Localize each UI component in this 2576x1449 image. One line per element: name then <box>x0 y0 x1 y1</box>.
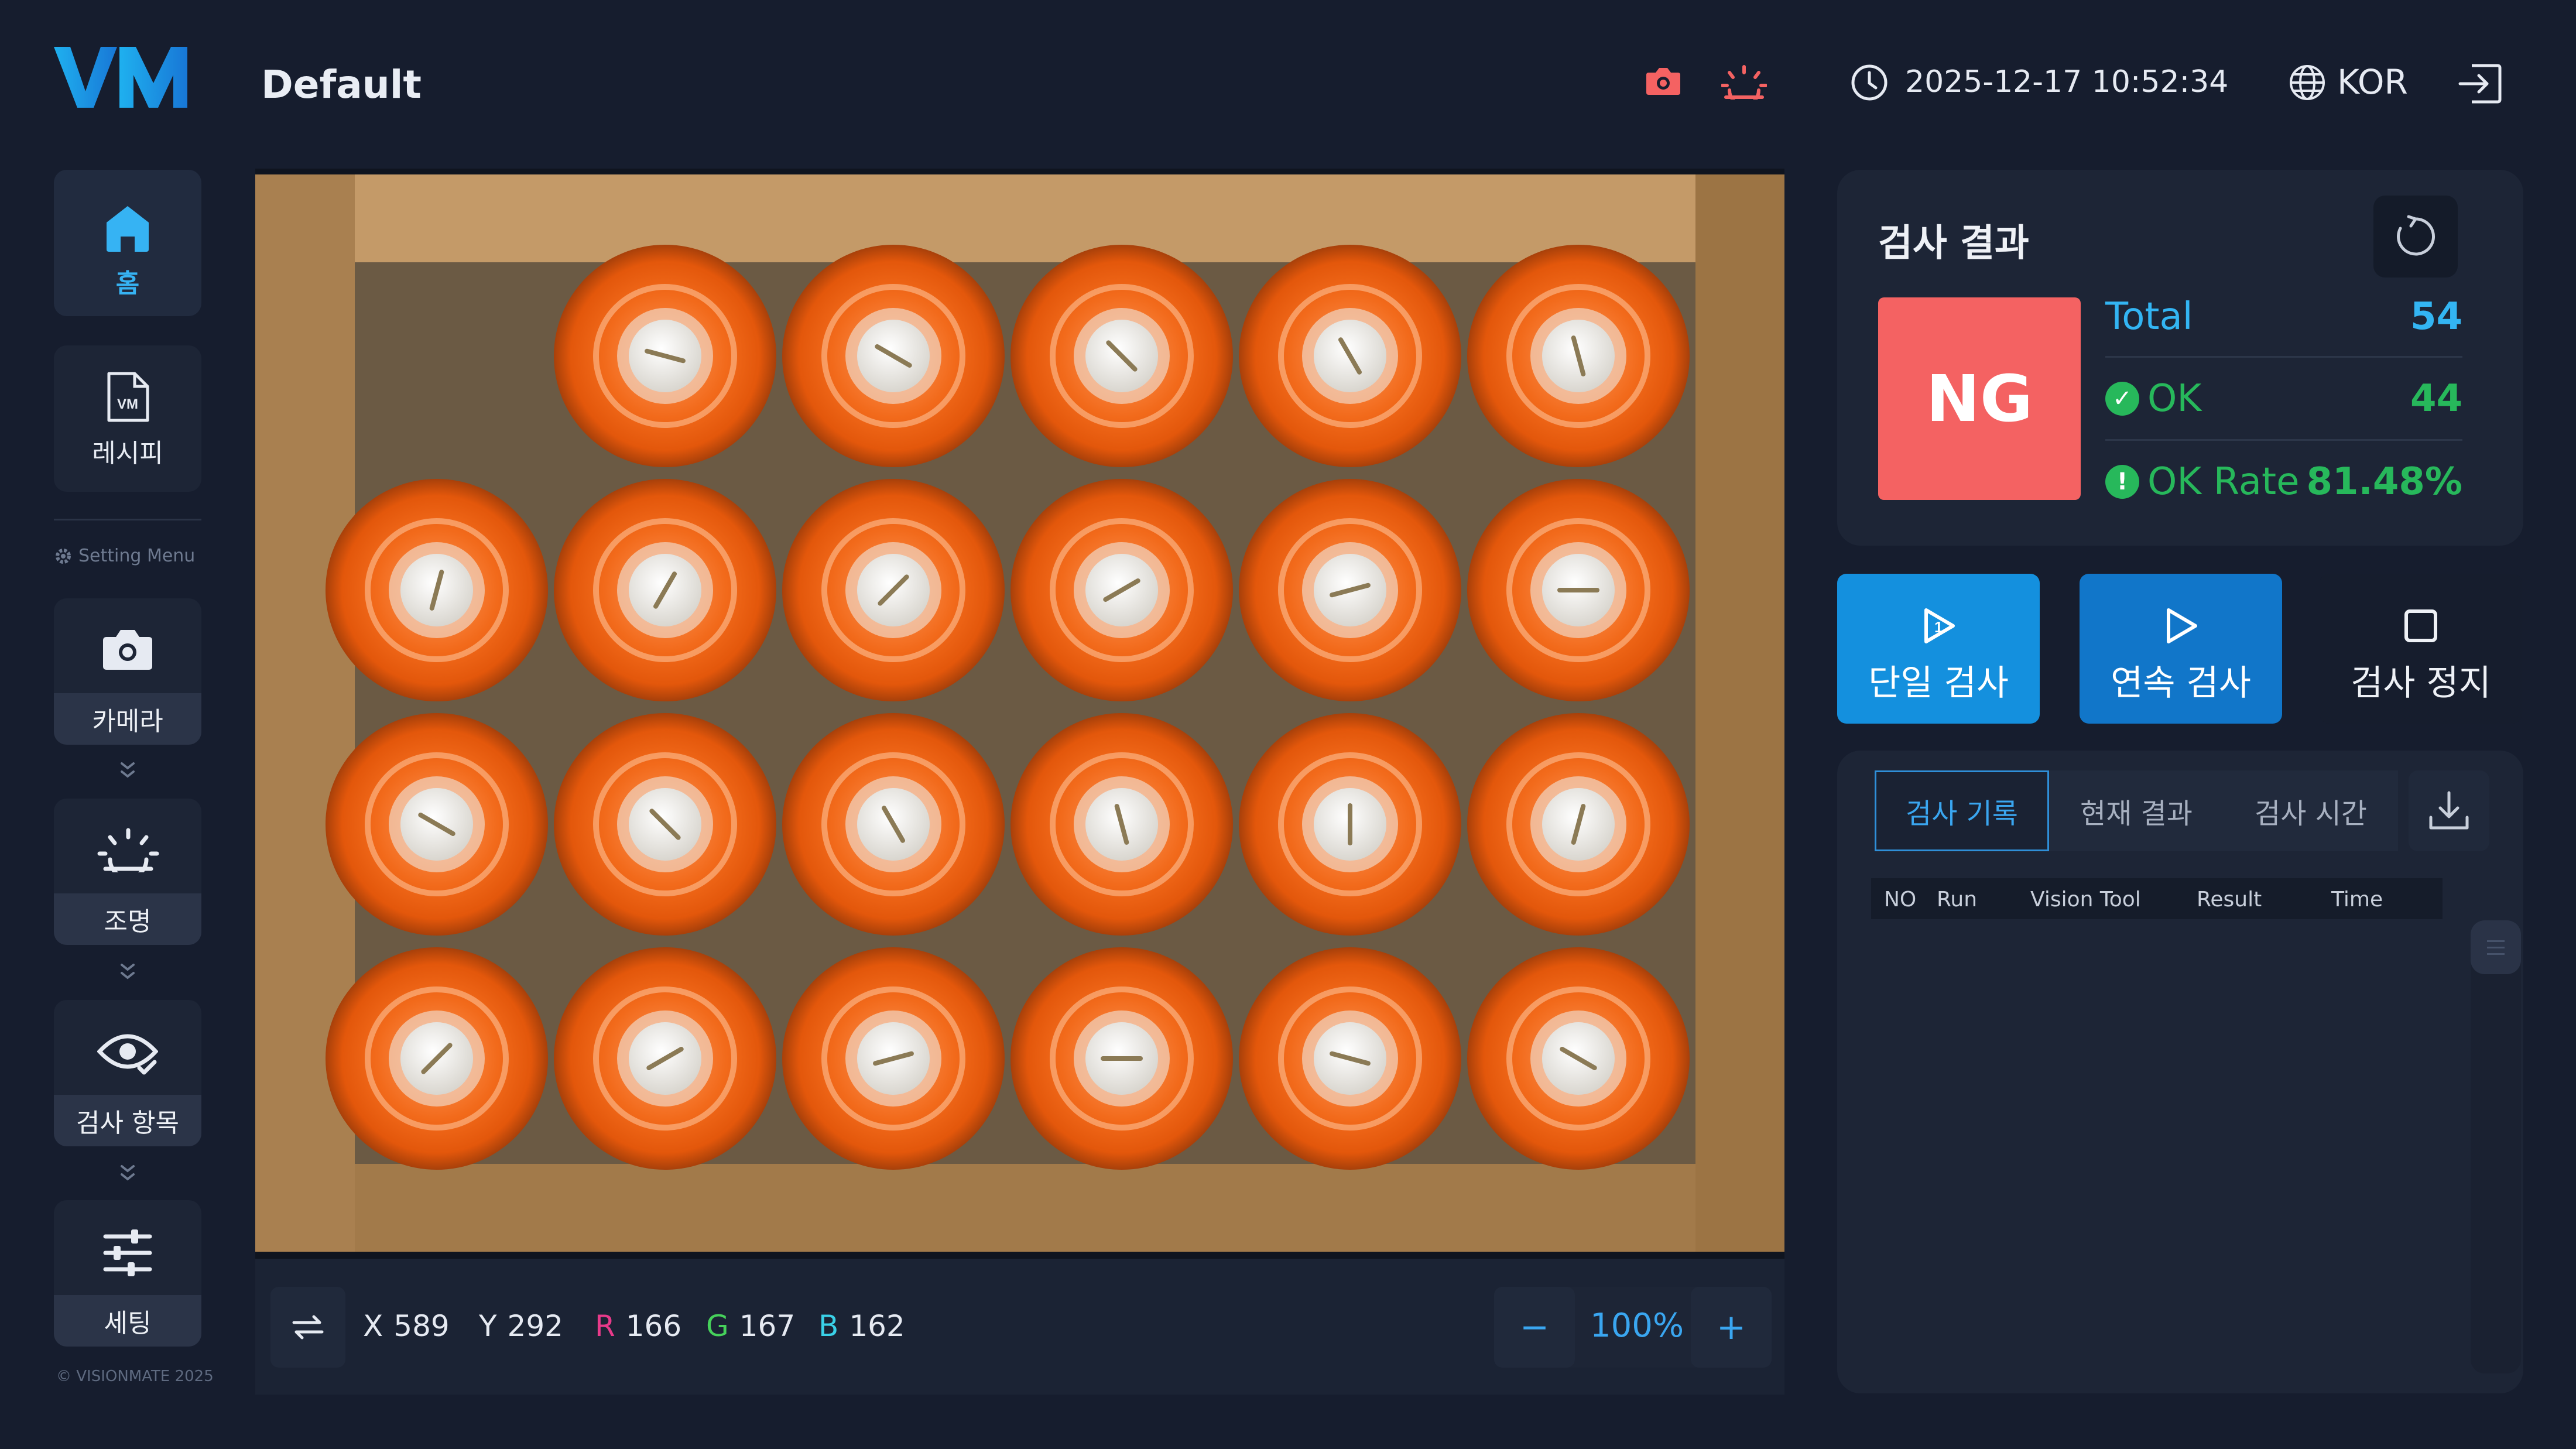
sidebar-item-light[interactable]: 조명 <box>54 799 201 945</box>
camera-icon[interactable] <box>1645 66 1681 96</box>
bottle <box>1467 713 1690 936</box>
swap-arrows-icon <box>292 1315 324 1340</box>
gear-icon <box>56 548 71 564</box>
bottle <box>782 713 1005 936</box>
home-icon <box>107 206 149 252</box>
bottle <box>1239 479 1461 701</box>
chevron-down-icon <box>121 964 135 979</box>
sidebar-item-label: 레시피 <box>92 439 163 468</box>
column-header-time: Time <box>2331 888 2383 912</box>
tab-inspection-history[interactable]: 검사 기록 <box>1875 770 2049 851</box>
light-icon <box>97 828 159 872</box>
light-icon[interactable] <box>1721 64 1767 100</box>
bottle <box>326 479 548 701</box>
bottle <box>554 713 776 936</box>
bottle <box>554 479 776 701</box>
tab-current-result[interactable]: 현재 결과 <box>2049 770 2224 851</box>
column-header-no: NO <box>1884 888 1917 912</box>
pixel-b-readout: B 162 <box>818 1309 905 1343</box>
reset-button[interactable] <box>2373 196 2458 278</box>
sidebar-item-label: 홈 <box>115 269 140 299</box>
clock-icon <box>1851 64 1888 101</box>
single-inspection-button[interactable]: 1 단일 검사 <box>1837 574 2040 724</box>
bottle <box>1010 245 1233 467</box>
bottle <box>1010 479 1233 701</box>
svg-text:1: 1 <box>1934 618 1943 636</box>
bottle <box>782 245 1005 467</box>
exclamation-circle-icon: ! <box>2105 465 2139 499</box>
chevron-down-icon <box>121 762 135 778</box>
bottle <box>554 947 776 1170</box>
setting-menu-label: Setting Menu <box>54 546 195 566</box>
column-header-run: Run <box>1937 888 1978 912</box>
bottle <box>1010 713 1233 936</box>
svg-text:VM: VM <box>117 396 138 412</box>
sidebar-item-recipe[interactable]: VM 레시피 <box>54 345 201 492</box>
pixel-y-readout: Y 292 <box>479 1309 563 1343</box>
stat-ok-rate: ! OK Rate 81.48% <box>2105 441 2462 523</box>
logout-icon[interactable] <box>2458 63 2502 104</box>
tab-inspection-time[interactable]: 검사 시간 <box>2224 770 2398 851</box>
column-header-result: Result <box>2197 888 2262 912</box>
pixel-r-readout: R 166 <box>595 1309 682 1343</box>
refresh-icon <box>2397 215 2435 256</box>
bottle <box>326 713 548 936</box>
globe-icon[interactable] <box>2288 63 2327 102</box>
eye-check-icon <box>97 1034 158 1075</box>
bottle <box>1467 947 1690 1170</box>
copyright-text: © VISIONMATE 2025 <box>56 1368 214 1385</box>
result-status-badge: NG <box>1878 297 2081 500</box>
sidebar-item-inspection-items[interactable]: 검사 항목 <box>54 1000 201 1146</box>
sidebar-divider <box>54 519 201 520</box>
camera-image[interactable] <box>255 174 1784 1252</box>
sidebar-item-label: 검사 항목 <box>54 1095 201 1146</box>
result-title: 검사 결과 <box>1878 222 2029 265</box>
page-title: Default <box>261 62 422 107</box>
stat-divider <box>2105 439 2462 441</box>
sidebar-item-label: 카메라 <box>54 693 201 745</box>
log-scrollbar[interactable] <box>2471 920 2521 1373</box>
pixel-g-readout: G 167 <box>706 1309 796 1343</box>
sidebar-item-settings[interactable]: 세팅 <box>54 1200 201 1347</box>
stat-ok: ✓ OK 44 <box>2105 358 2462 440</box>
stat-total: Total 54 <box>2105 295 2462 338</box>
zoom-in-button[interactable]: + <box>1691 1287 1772 1368</box>
sidebar-item-camera[interactable]: 카메라 <box>54 598 201 745</box>
bottle <box>1467 245 1690 467</box>
recipe-file-icon: VM <box>107 372 149 422</box>
check-circle-icon: ✓ <box>2105 382 2139 416</box>
download-button[interactable] <box>2409 770 2489 851</box>
current-datetime: 2025-12-17 10:52:34 <box>1905 64 2229 100</box>
swap-view-button[interactable] <box>270 1287 345 1368</box>
bottle <box>1010 947 1233 1170</box>
sliders-icon <box>103 1229 152 1276</box>
zoom-out-button[interactable]: − <box>1494 1287 1575 1368</box>
sidebar-item-label: 세팅 <box>54 1295 201 1347</box>
play-once-icon: 1 <box>1924 608 1955 643</box>
bottle <box>1239 713 1461 936</box>
stat-divider <box>2105 356 2462 358</box>
bottle <box>1239 245 1461 467</box>
camera-icon <box>103 630 152 670</box>
continuous-inspection-button[interactable]: 연속 검사 <box>2080 574 2282 724</box>
download-icon <box>2429 791 2469 830</box>
zoom-level: 100% <box>1590 1307 1684 1345</box>
bottle <box>326 947 548 1170</box>
bottle <box>782 947 1005 1170</box>
sidebar-item-label: 조명 <box>54 893 201 945</box>
language-selector[interactable]: KOR <box>2337 62 2408 102</box>
stop-icon <box>2404 609 2437 642</box>
column-header-vision-tool: Vision Tool <box>2030 888 2141 912</box>
bottle <box>554 245 776 467</box>
chevron-down-icon <box>121 1165 135 1181</box>
log-scrollbar-thumb[interactable] <box>2471 920 2521 974</box>
bottle <box>782 479 1005 701</box>
pixel-x-readout: X 589 <box>363 1309 450 1343</box>
bottle <box>1467 479 1690 701</box>
sidebar-item-home[interactable]: 홈 <box>54 170 201 316</box>
play-icon <box>2167 608 2197 643</box>
bottle <box>1239 947 1461 1170</box>
stop-inspection-button[interactable]: 검사 정지 <box>2320 574 2522 724</box>
visionmate-logo <box>54 47 187 108</box>
